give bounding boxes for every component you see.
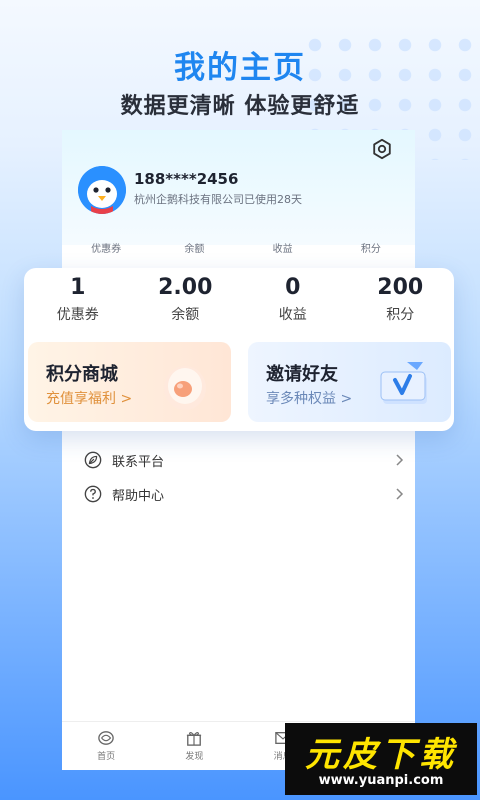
stat-label: 收益 xyxy=(278,307,307,323)
user-org: 杭州企鹅科技有限公司已使用28天 xyxy=(134,193,302,206)
home-icon xyxy=(98,731,114,745)
tab-discover[interactable]: 发现 xyxy=(150,722,238,770)
mini-stat-label: 余额 xyxy=(184,244,205,255)
stat-points[interactable]: 200 积分 xyxy=(347,274,455,324)
stats-row: 1 优惠券 2.00 余额 0 收益 200 积分 xyxy=(24,274,454,324)
gift-icon xyxy=(187,731,202,746)
stat-value: 1 xyxy=(70,275,86,300)
hero-title: 我的主页 xyxy=(174,50,306,86)
leaf-icon xyxy=(84,451,102,469)
stat-label: 优惠券 xyxy=(56,307,99,323)
stat-coupons[interactable]: 1 优惠券 xyxy=(24,274,132,324)
watermark-title: 元皮下载 xyxy=(305,735,457,775)
v-card-icon xyxy=(380,362,427,404)
gear-icon[interactable] xyxy=(371,138,393,160)
phone-screen: 188****2456 杭州企鹅科技有限公司已使用28天 优惠券 余额 收益 积… xyxy=(62,130,415,770)
stat-label: 积分 xyxy=(386,307,415,323)
stat-value: 200 xyxy=(377,275,424,300)
stat-balance[interactable]: 2.00 余额 xyxy=(132,274,240,324)
chevron-right-icon xyxy=(396,454,404,466)
avatar[interactable] xyxy=(78,166,126,214)
stat-label: 余额 xyxy=(171,307,200,323)
stats-card: 1 优惠券 2.00 余额 0 收益 200 积分 积分商城 充值享福利 > 邀… xyxy=(24,268,454,431)
tab-label: 发现 xyxy=(185,752,204,762)
tab-home[interactable]: 首页 xyxy=(62,722,150,770)
points-mall-card[interactable]: 积分商城 充值享福利 > xyxy=(28,342,231,422)
help-icon xyxy=(84,485,102,503)
menu-item-label: 帮助中心 xyxy=(112,488,165,504)
mini-stats-row: 优惠券 余额 收益 积分 xyxy=(62,240,415,255)
stat-value: 2.00 xyxy=(158,275,213,300)
mini-stat-label: 收益 xyxy=(272,244,293,255)
tab-label: 首页 xyxy=(97,752,116,762)
mini-stat-label: 优惠券 xyxy=(91,244,122,255)
egg-icon xyxy=(164,366,206,410)
menu-item-label: 联系平台 xyxy=(112,454,165,470)
stat-earnings[interactable]: 0 收益 xyxy=(239,274,347,324)
promo-title: 邀请好友 xyxy=(266,364,338,385)
promo-title: 积分商城 xyxy=(46,364,118,385)
mini-stat-label: 积分 xyxy=(360,244,381,255)
user-phone: 188****2456 xyxy=(134,170,239,188)
watermark-logo: 元皮下载 www.yuanpi.com xyxy=(285,723,477,795)
menu-item-contact[interactable]: 联系平台 xyxy=(84,446,404,474)
stat-value: 0 xyxy=(285,275,301,300)
hero-subtitle: 数据更清晰 体验更舒适 xyxy=(120,94,360,119)
menu-item-help[interactable]: 帮助中心 xyxy=(84,480,404,508)
invite-friends-card[interactable]: 邀请好友 享多种权益 > xyxy=(248,342,451,422)
promo-subtitle: 享多种权益 > xyxy=(266,391,353,407)
chevron-right-icon xyxy=(396,488,404,500)
watermark-url: www.yuanpi.com xyxy=(318,773,444,788)
promo-subtitle: 充值享福利 > xyxy=(46,391,133,407)
penguin-avatar-icon xyxy=(78,166,126,214)
